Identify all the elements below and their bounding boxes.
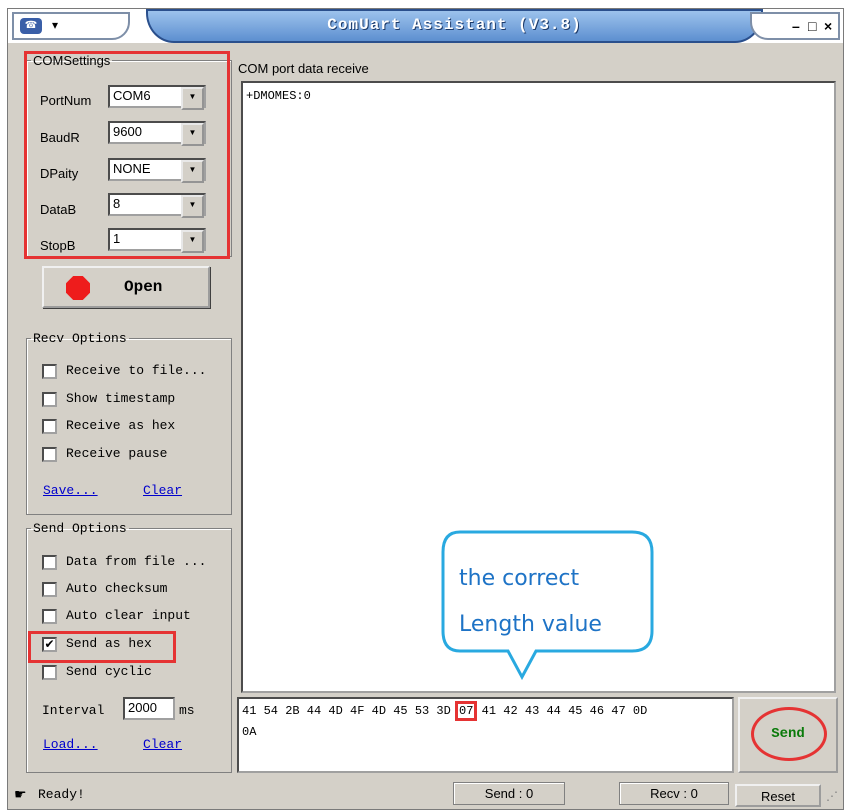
auto-clear-input-label: Auto clear input: [66, 608, 191, 623]
send-cyclic-label: Send cyclic: [66, 664, 152, 679]
status-bar: ☛ Ready! Send : 0 Recv : 0 Reset ⋰: [8, 777, 843, 809]
send-button[interactable]: Send: [738, 697, 838, 773]
send-bytes-after: 41 42 43 44 45 46 47 0D: [481, 704, 648, 718]
baudr-label: BaudR: [40, 130, 80, 145]
interval-label: Interval: [42, 703, 105, 718]
highlight-box-send-hex: [28, 631, 176, 663]
send-clear-link[interactable]: Clear: [143, 737, 182, 752]
parity-value: NONE: [113, 161, 151, 176]
portnum-label: PortNum: [40, 93, 92, 108]
chevron-down-icon[interactable]: ▼: [181, 123, 204, 146]
send-input[interactable]: 41 54 2B 44 4D 4F 4D 45 53 3D 07 41 42 4…: [237, 697, 734, 773]
reset-button[interactable]: Reset: [735, 784, 821, 807]
databits-value: 8: [113, 196, 121, 211]
annotation-line-2: Length value: [459, 612, 602, 637]
length-byte-highlight: 07: [454, 701, 478, 721]
interval-value: 2000: [128, 700, 157, 715]
send-count: Send : 0: [453, 782, 565, 805]
open-button-label: Open: [124, 278, 163, 296]
receive-text: +DMOMES:0: [246, 89, 311, 103]
databits-select[interactable]: 8 ▼: [108, 193, 206, 218]
open-port-button[interactable]: Open: [42, 266, 210, 308]
window-title: ComUart Assistant (V3.8): [327, 16, 582, 34]
chevron-down-icon[interactable]: ▼: [181, 160, 204, 183]
show-timestamp-label: Show timestamp: [66, 391, 176, 406]
data-from-file-checkbox[interactable]: [42, 555, 57, 570]
chevron-down-icon[interactable]: ▼: [181, 87, 204, 110]
send-options-legend: Send Options: [33, 521, 127, 536]
receive-to-file-checkbox[interactable]: [42, 364, 57, 379]
stopb-label: StopB: [40, 238, 76, 253]
send-bytes-before: 41 54 2B 44 4D 4F 4D 45 53 3D: [242, 704, 451, 718]
chevron-down-icon[interactable]: ▼: [181, 230, 204, 253]
interval-unit: ms: [179, 703, 195, 718]
receive-pause-label: Receive pause: [66, 446, 168, 461]
send-button-label: Send: [771, 726, 805, 742]
receive-as-hex-label: Receive as hex: [66, 418, 176, 433]
title-shape: ComUart Assistant (V3.8): [146, 9, 763, 43]
app-icon: ☎: [20, 18, 42, 34]
close-button[interactable]: ×: [824, 18, 832, 34]
load-link[interactable]: Load...: [43, 737, 98, 752]
status-ready: Ready!: [38, 787, 85, 802]
show-timestamp-checkbox[interactable]: [42, 392, 57, 407]
stop-icon: [66, 276, 90, 300]
annotation-callout: [441, 530, 654, 681]
send-cyclic-checkbox[interactable]: [42, 665, 57, 680]
chevron-down-icon: ▾: [52, 18, 59, 32]
chevron-down-icon[interactable]: ▼: [181, 195, 204, 218]
portnum-value: COM6: [113, 88, 151, 103]
receive-pause-checkbox[interactable]: [42, 447, 57, 462]
receive-legend: COM port data receive: [238, 61, 369, 76]
baudrate-value: 9600: [113, 124, 142, 139]
send-line-2: 0A: [242, 725, 257, 739]
stopbits-value: 1: [113, 231, 121, 246]
recv-clear-link[interactable]: Clear: [143, 483, 182, 498]
title-bar: ☎ ▾ ComUart Assistant (V3.8) – □ ×: [8, 9, 843, 43]
minimize-button[interactable]: –: [792, 18, 800, 34]
portnum-select[interactable]: COM6 ▼: [108, 85, 206, 110]
parity-select[interactable]: NONE ▼: [108, 158, 206, 183]
window-controls: – □ ×: [750, 12, 840, 40]
callout-bubble: [441, 530, 654, 681]
system-menu[interactable]: ☎ ▾: [12, 12, 130, 40]
resize-grip-icon[interactable]: ⋰: [826, 789, 838, 803]
recv-count: Recv : 0: [619, 782, 729, 805]
auto-clear-input-checkbox[interactable]: [42, 609, 57, 624]
receive-to-file-label: Receive to file...: [66, 363, 207, 378]
baudrate-select[interactable]: 9600 ▼: [108, 121, 206, 146]
stopbits-select[interactable]: 1 ▼: [108, 228, 206, 253]
receive-as-hex-checkbox[interactable]: [42, 419, 57, 434]
hand-icon: ☛: [14, 786, 27, 802]
auto-checksum-label: Auto checksum: [66, 581, 168, 596]
maximize-button[interactable]: □: [808, 18, 816, 34]
interval-input[interactable]: 2000: [123, 697, 175, 720]
recv-options-legend: Recv Options: [33, 331, 127, 346]
datab-label: DataB: [40, 202, 77, 217]
save-link[interactable]: Save...: [43, 483, 98, 498]
data-from-file-label: Data from file ...: [66, 554, 207, 569]
auto-checksum-checkbox[interactable]: [42, 582, 57, 597]
annotation-line-1: the correct: [459, 566, 580, 591]
send-line-1: 41 54 2B 44 4D 4F 4D 45 53 3D 07 41 42 4…: [242, 701, 729, 722]
app-window: ☎ ▾ ComUart Assistant (V3.8) – □ × COMSe…: [7, 8, 844, 810]
dparity-label: DPaity: [40, 166, 79, 181]
